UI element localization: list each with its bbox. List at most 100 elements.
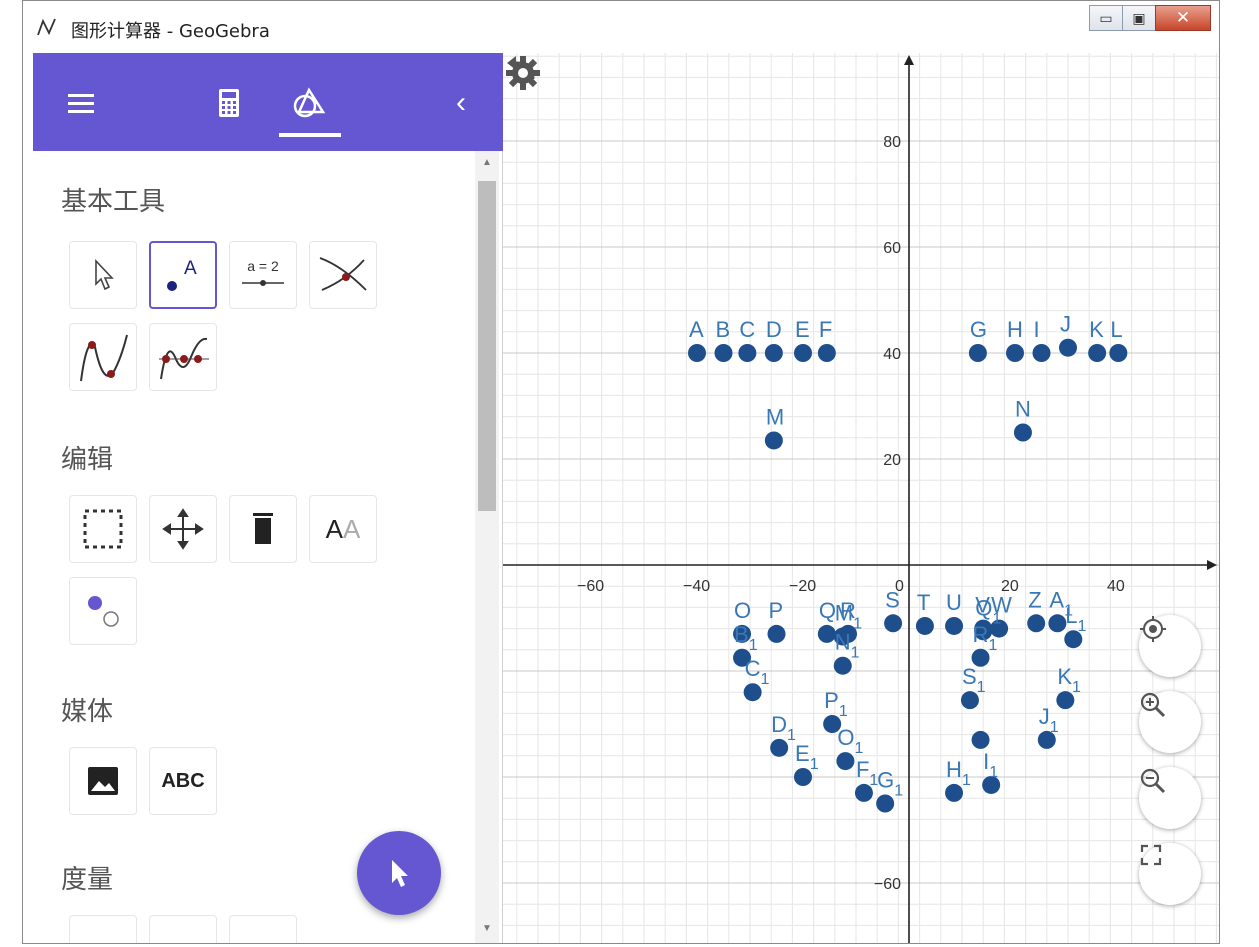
- point-label: P: [769, 598, 784, 623]
- point-marker[interactable]: [1109, 344, 1128, 362]
- maximize-button[interactable]: ▣: [1122, 5, 1156, 31]
- standard-view-button[interactable]: [1139, 615, 1201, 677]
- collapse-panel-icon[interactable]: ‹: [441, 83, 481, 123]
- point-marker[interactable]: [743, 683, 762, 702]
- point-U[interactable]: U: [945, 590, 964, 635]
- gear-icon[interactable]: [503, 53, 543, 93]
- point-C1[interactable]: C1: [743, 656, 770, 702]
- text-tool[interactable]: ABC: [149, 747, 217, 815]
- zoom-out-button[interactable]: [1139, 767, 1201, 829]
- fullscreen-icon: [1140, 844, 1162, 866]
- point-marker[interactable]: [714, 344, 733, 362]
- point-marker[interactable]: [738, 344, 757, 362]
- image-tool[interactable]: [69, 747, 137, 815]
- point-P[interactable]: P: [767, 598, 786, 643]
- distance-tool[interactable]: [149, 915, 217, 943]
- point-D[interactable]: D: [764, 317, 783, 362]
- calculator-icon[interactable]: [209, 83, 249, 123]
- point-marker[interactable]: [971, 730, 990, 749]
- point-H1[interactable]: H1: [945, 757, 971, 802]
- tools-scrollbar[interactable]: ▲ ▼: [475, 151, 499, 943]
- scroll-up-arrow-icon[interactable]: ▲: [479, 157, 495, 171]
- point-marker[interactable]: [884, 614, 903, 633]
- scroll-down-arrow-icon[interactable]: ▼: [479, 923, 495, 937]
- point-M[interactable]: M: [764, 404, 784, 450]
- point-marker[interactable]: [794, 344, 812, 362]
- point-S[interactable]: S: [884, 587, 903, 633]
- point-marker[interactable]: [945, 783, 964, 802]
- point-L1[interactable]: L1: [1064, 603, 1087, 649]
- delete-tool[interactable]: [229, 495, 297, 563]
- point-Q[interactable]: Q: [817, 598, 836, 643]
- cursor-arrow-icon: [392, 860, 408, 887]
- point-E1[interactable]: E1: [794, 741, 819, 786]
- point-marker[interactable]: [817, 344, 836, 362]
- tools-list: 基本工具 A a = 2 编辑 A A 媒体 ABC 度量: [33, 151, 473, 943]
- point-marker[interactable]: [836, 752, 855, 771]
- point-E[interactable]: E: [794, 317, 812, 362]
- intersect-tool[interactable]: [309, 241, 377, 309]
- point-marker[interactable]: [1013, 423, 1032, 442]
- point-marker[interactable]: [915, 616, 934, 635]
- point-L[interactable]: L: [1109, 317, 1128, 362]
- point-marker[interactable]: [688, 344, 706, 362]
- minimize-button[interactable]: ▭: [1089, 5, 1123, 31]
- point-Z[interactable]: Z: [1027, 587, 1046, 633]
- point-J[interactable]: J: [1059, 312, 1077, 357]
- function-roots-tool[interactable]: [149, 323, 217, 391]
- point-marker[interactable]: [767, 624, 786, 643]
- point-marker[interactable]: [945, 616, 964, 635]
- point-tool[interactable]: A: [149, 241, 217, 309]
- point-H[interactable]: H: [1006, 317, 1024, 362]
- point-marker[interactable]: [764, 344, 783, 362]
- tools-fab-button[interactable]: [357, 831, 441, 915]
- fullscreen-button[interactable]: [1139, 843, 1201, 905]
- point-I[interactable]: I: [1032, 317, 1051, 362]
- point-marker[interactable]: [1032, 344, 1051, 362]
- point-F1[interactable]: F1: [854, 757, 878, 802]
- menu-icon[interactable]: [61, 83, 101, 123]
- slider-icon: a = 2: [242, 258, 284, 286]
- point-G1[interactable]: G1: [876, 768, 903, 813]
- point-marker[interactable]: [764, 431, 783, 450]
- point-marker[interactable]: [1088, 344, 1107, 362]
- zoom-out-icon: [1140, 768, 1166, 794]
- point-marker[interactable]: [817, 624, 836, 643]
- point-label: I1: [983, 749, 998, 781]
- point-marker[interactable]: [1027, 614, 1046, 633]
- label-light-text: A: [343, 513, 361, 544]
- point-A[interactable]: A: [688, 317, 706, 362]
- angle-tool[interactable]: [69, 915, 137, 943]
- point-K[interactable]: K: [1088, 317, 1107, 362]
- scroll-thumb[interactable]: [478, 181, 496, 511]
- point-G[interactable]: G: [968, 317, 987, 362]
- zoom-in-button[interactable]: [1139, 691, 1201, 753]
- point-marker[interactable]: [968, 344, 987, 362]
- point-marker[interactable]: [1006, 344, 1024, 362]
- slider-tool[interactable]: a = 2: [229, 241, 297, 309]
- area-tool[interactable]: [229, 915, 297, 943]
- point-B[interactable]: B: [714, 317, 733, 362]
- geometry-tools-icon[interactable]: [289, 83, 329, 123]
- move-graphics-tool[interactable]: [149, 495, 217, 563]
- point-J1[interactable]: J1: [1037, 704, 1059, 749]
- show-hide-object-tool[interactable]: [69, 577, 137, 645]
- select-objects-tool[interactable]: [69, 495, 137, 563]
- point-marker[interactable]: [833, 656, 852, 675]
- point-marker[interactable]: [770, 738, 789, 757]
- close-button[interactable]: ✕: [1155, 5, 1211, 31]
- point-marker[interactable]: [876, 794, 895, 813]
- point-C[interactable]: C: [738, 317, 757, 362]
- move-tool[interactable]: [69, 241, 137, 309]
- x-axis-arrow: [1207, 560, 1217, 570]
- point-label: N: [1015, 397, 1031, 422]
- point-T[interactable]: T: [915, 590, 934, 635]
- point-unnamed[interactable]: [971, 730, 990, 749]
- coordinate-plane[interactable]: −60 −40 −20 0 20 4080604020−60 A B C D E F G H I J K LM N…: [503, 53, 1219, 943]
- point-marker[interactable]: [1059, 338, 1077, 357]
- point-F[interactable]: F: [817, 317, 836, 362]
- function-extremum-tool[interactable]: [69, 323, 137, 391]
- graphics-view[interactable]: −60 −40 −20 0 20 40 80 60 40 20 −60 ABCDEFGHIJKLMN…: [503, 53, 1219, 943]
- point-N[interactable]: N: [1013, 397, 1032, 442]
- show-hide-label-tool[interactable]: AA: [309, 495, 377, 563]
